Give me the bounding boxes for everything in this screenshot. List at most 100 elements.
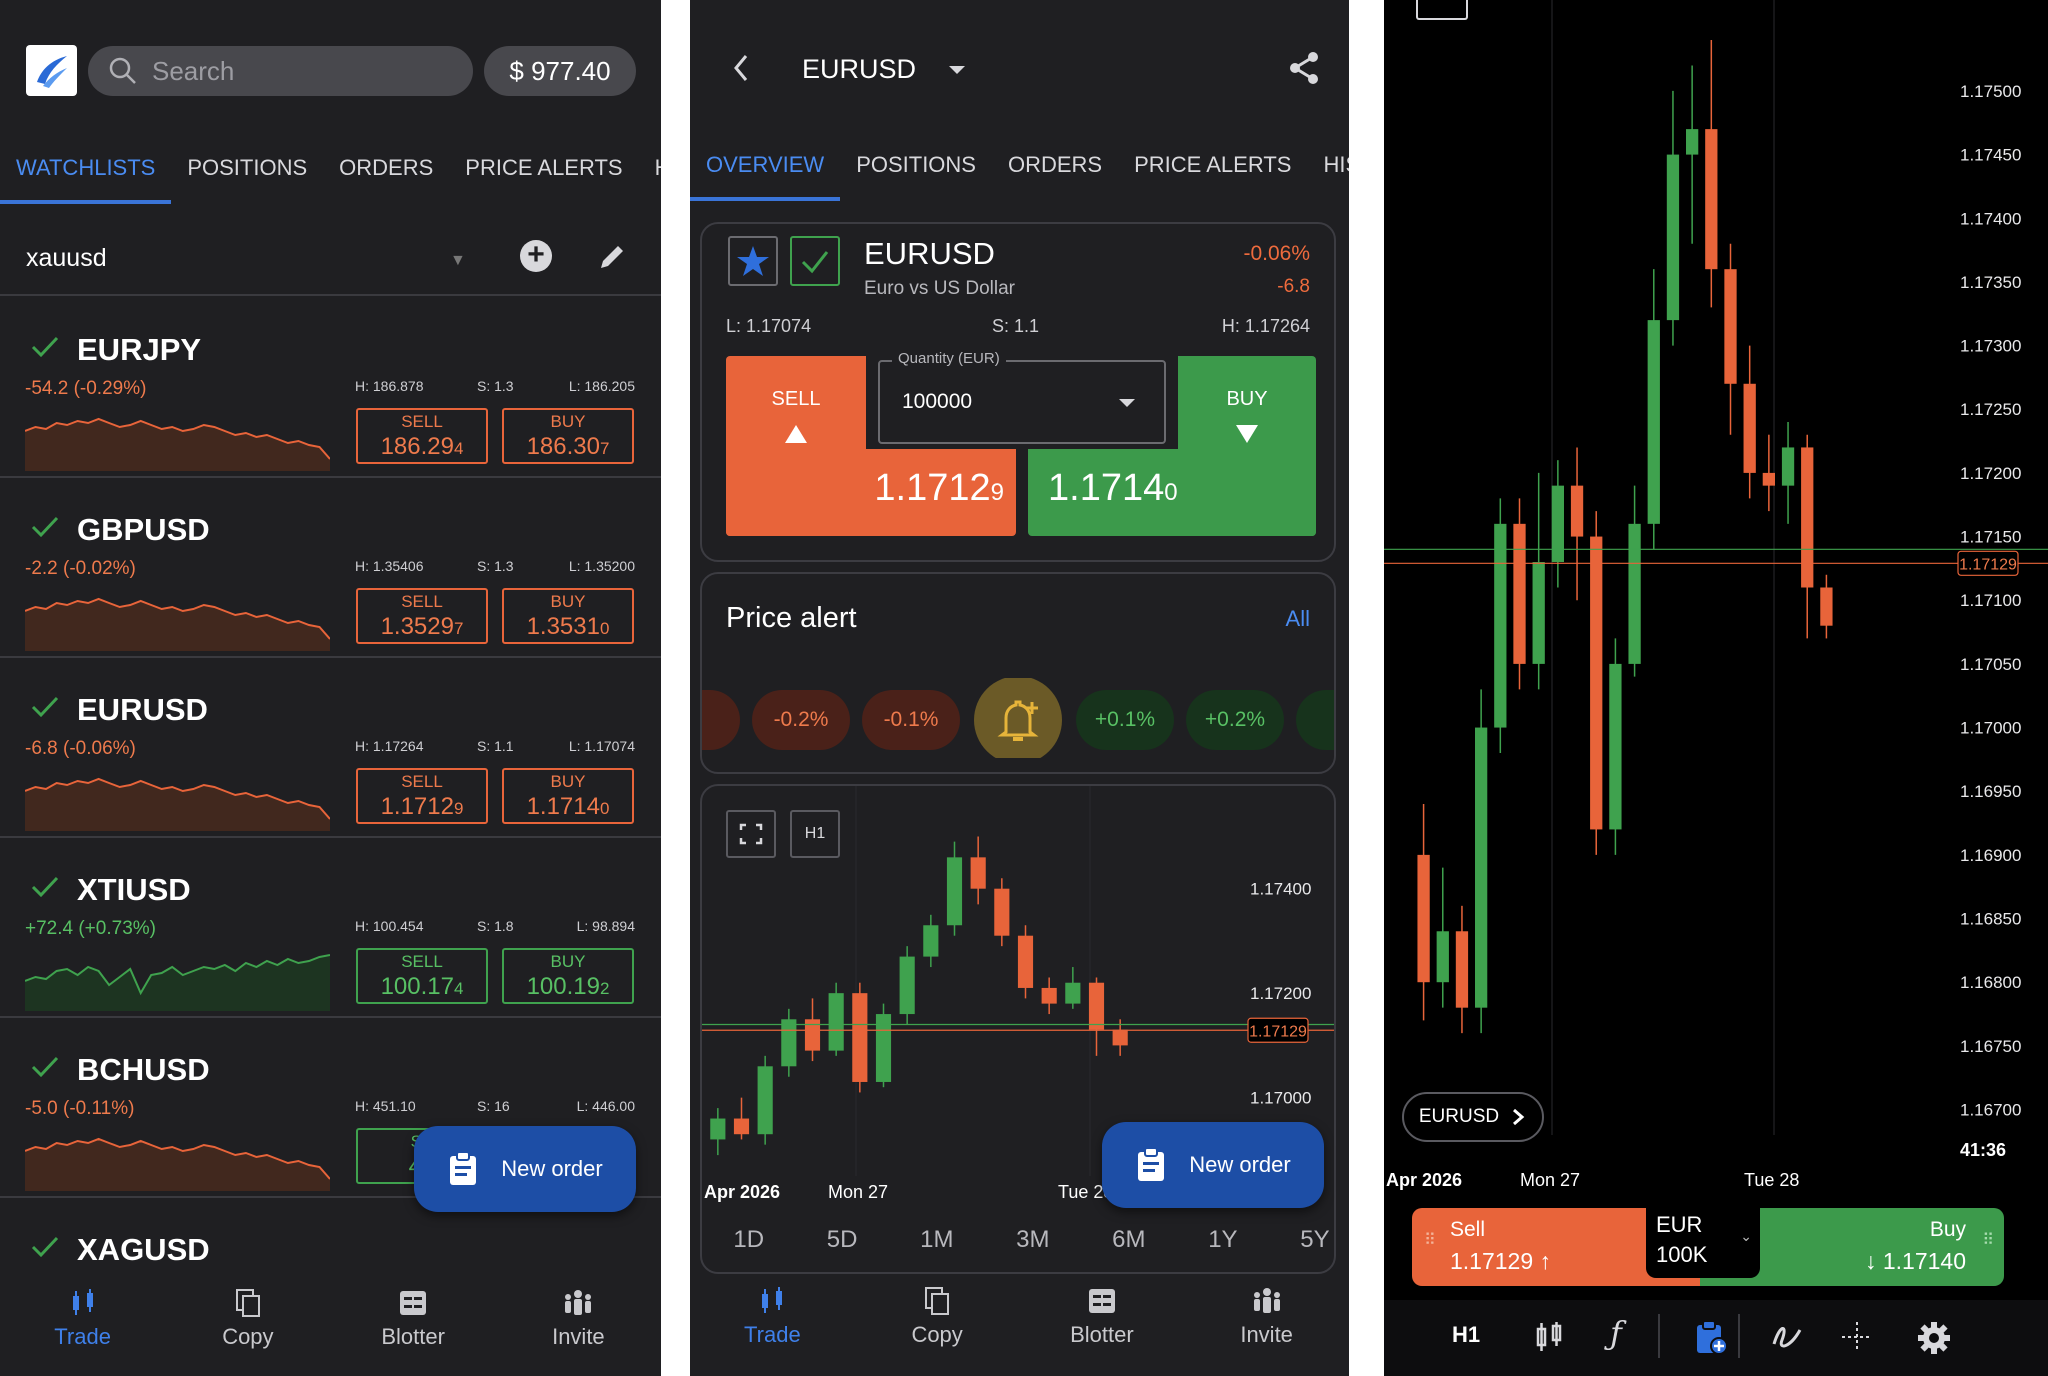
quick-amount-select[interactable]: EUR 100K ⌄ [1646, 1208, 1760, 1278]
candle-body [733, 1118, 750, 1135]
timeframe-5y[interactable]: 5Y [1300, 1226, 1329, 1254]
sell-price-button[interactable]: 1.17129 [726, 449, 1016, 536]
row-buy-button[interactable]: BUY 186.307 [502, 408, 634, 464]
row-buy-button[interactable]: BUY 1.35310 [502, 588, 634, 644]
nav-trade[interactable]: Trade [707, 1286, 837, 1366]
drag-handle-icon[interactable]: ⠿ [1982, 1230, 1994, 1250]
nav-blotter[interactable]: Blotter [348, 1288, 478, 1368]
candle-body [1628, 523, 1641, 664]
edit-pencil-icon[interactable] [595, 240, 629, 274]
nav-invite[interactable]: Invite [513, 1288, 643, 1368]
alert-chip[interactable]: +0.1% [1076, 690, 1174, 750]
tab-price-alerts[interactable]: PRICE ALERTS [1118, 135, 1307, 195]
check-icon[interactable] [30, 1054, 60, 1080]
tab-watchlists[interactable]: WATCHLISTS [0, 138, 172, 204]
candle-type-icon[interactable] [1532, 1320, 1566, 1354]
watchlist-row[interactable]: EURJPY -54.2 (-0.29%) H: 186.878 S: 1.3 L: 1… [0, 298, 661, 478]
drawing-tools-icon[interactable] [1770, 1320, 1806, 1354]
tab-price-alerts[interactable]: PRICE ALERTS [449, 138, 638, 198]
arrow-up-icon [785, 425, 807, 443]
candle-body [1474, 727, 1488, 1008]
check-icon[interactable] [30, 1234, 60, 1260]
indicators-icon[interactable]: ƒ [1610, 1314, 1622, 1352]
timeframe-1m[interactable]: 1M [920, 1226, 953, 1254]
row-sell-button[interactable]: SELL 1.17129 [356, 768, 488, 824]
settings-gear-icon[interactable] [1916, 1320, 1952, 1356]
close-chart-button[interactable] [1416, 0, 1468, 20]
chevron-down-icon[interactable]: ▼ [450, 252, 466, 270]
nav-trade[interactable]: Trade [18, 1288, 148, 1368]
row-sell-button[interactable]: SELL 186.294 [356, 408, 488, 464]
quantity-select[interactable]: Quantity (EUR) 100000 [878, 350, 1166, 444]
timeframe-1y[interactable]: 1Y [1208, 1226, 1237, 1254]
nav-invite[interactable]: Invite [1202, 1286, 1332, 1366]
symbol-pill[interactable]: EURUSD [1402, 1092, 1544, 1142]
row-buy-button[interactable]: BUY 100.192 [502, 948, 634, 1004]
tab-positions[interactable]: POSITIONS [171, 138, 323, 198]
row-spread: S: 16 [477, 1098, 510, 1114]
chart-timeframe-button[interactable]: H1 [790, 810, 840, 858]
watchlist-row[interactable]: EURUSD -6.8 (-0.06%) H: 1.17264 S: 1.1 L: 1.… [0, 658, 661, 838]
nav-blotter-label: Blotter [1070, 1322, 1134, 1347]
back-arrow-icon[interactable] [728, 50, 754, 86]
app-logo[interactable] [26, 45, 77, 96]
instrument-title[interactable]: EURUSD [802, 54, 916, 85]
alert-chip[interactable]: -0.2% [752, 690, 850, 750]
tab-history[interactable]: HIS [639, 138, 661, 198]
nav-blotter[interactable]: Blotter [1037, 1286, 1167, 1366]
row-sell-button[interactable]: SELL 100.174 [356, 948, 488, 1004]
nav-invite-label: Invite [1240, 1322, 1293, 1347]
clipboard-icon [450, 1151, 477, 1185]
nav-trade-label: Trade [54, 1324, 111, 1349]
timeframe-1d[interactable]: 1D [733, 1226, 764, 1254]
watchlist-row[interactable]: GBPUSD -2.2 (-0.02%) H: 1.35406 S: 1.3 L: 1.… [0, 478, 661, 658]
alert-chip[interactable]: +0.2% [1186, 690, 1284, 750]
check-icon[interactable] [30, 694, 60, 720]
watchlist-selector[interactable]: xauusd ▼ + [0, 228, 661, 296]
new-order-button[interactable]: New order [1102, 1122, 1324, 1208]
search-input[interactable]: Search [88, 46, 473, 96]
alert-chip[interactable]: -0.1% [862, 690, 960, 750]
check-icon[interactable] [30, 514, 60, 540]
row-low: L: 446.00 [576, 1098, 635, 1114]
quick-sell-label: Sell [1450, 1218, 1486, 1241]
check-icon[interactable] [30, 874, 60, 900]
tab-positions[interactable]: POSITIONS [840, 135, 992, 195]
watchlist-toggle[interactable] [790, 236, 840, 286]
candle-body [1820, 587, 1833, 626]
add-alert-button[interactable] [974, 678, 1062, 758]
watchlist-name: xauusd [26, 244, 107, 272]
tab-overview[interactable]: OVERVIEW [690, 135, 841, 201]
watchlist-row[interactable]: XTIUSD +72.4 (+0.73%) H: 100.454 S: 1.8 L: 9… [0, 838, 661, 1018]
fullscreen-button[interactable] [726, 810, 776, 858]
chevron-down-icon[interactable] [947, 64, 967, 76]
crosshair-icon[interactable] [1840, 1320, 1874, 1354]
favorite-toggle[interactable] [728, 236, 778, 286]
nav-copy[interactable]: Copy [872, 1286, 1002, 1366]
row-buy-button[interactable]: BUY 1.17140 [502, 768, 634, 824]
toolbar-timeframe[interactable]: H1 [1452, 1322, 1480, 1348]
fullscreen-chart[interactable]: 1.17129 1.17500 1.17450 1.17400 1.17350 1.173… [1384, 0, 2048, 1200]
timeframe-3m[interactable]: 3M [1016, 1226, 1049, 1254]
nav-copy[interactable]: Copy [183, 1288, 313, 1368]
timeframe-6m[interactable]: 6M [1112, 1226, 1145, 1254]
new-order-button[interactable]: New order [414, 1126, 636, 1212]
alert-chip[interactable]: +( [1296, 690, 1334, 750]
spread: S: 1.1 [992, 316, 1040, 336]
chart-toolbar: H1 ƒ [1384, 1300, 2048, 1376]
row-sell-button[interactable]: SELL 1.35297 [356, 588, 488, 644]
account-balance[interactable]: $ 977.40 [484, 46, 636, 96]
alert-chip[interactable]: % [702, 690, 740, 750]
check-icon[interactable] [30, 334, 60, 360]
tab-orders[interactable]: ORDERS [323, 138, 449, 198]
timeframe-selector: 1D 5D 1M 3M 6M 1Y 5Y [702, 1226, 1334, 1254]
new-order-clipboard-icon[interactable] [1694, 1320, 1728, 1356]
tab-history[interactable]: HISTO [1307, 135, 1349, 195]
tab-orders[interactable]: ORDERS [992, 135, 1118, 195]
add-icon[interactable]: + [520, 240, 552, 272]
timeframe-5d[interactable]: 5D [827, 1226, 858, 1254]
buy-price-button[interactable]: 1.17140 [1028, 449, 1316, 536]
drag-handle-icon[interactable]: ⠿ [1424, 1230, 1436, 1250]
price-alert-all-link[interactable]: All [1286, 606, 1310, 632]
share-icon[interactable] [1287, 50, 1321, 86]
